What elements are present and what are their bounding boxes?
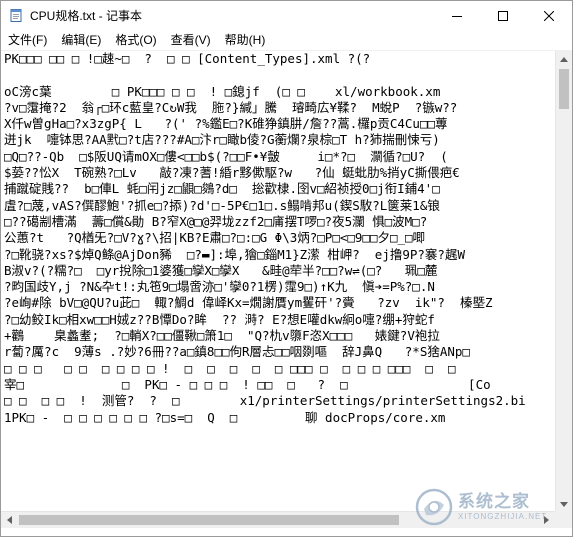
text-line: r蔔?厲?c 9薄s .?妙?6冊??a□鎮8□□佝R層忐□□咽剟嘔 辞J鼻Q … xyxy=(4,344,470,360)
title-bar[interactable]: CPU规格.txt - 记事本 xyxy=(1,1,572,30)
window-title: CPU规格.txt - 记事本 xyxy=(30,9,143,23)
text-line: 公蕙?t ?Q楢旡?□V?ɣ?\招|KB?E肅□?□:□G Φ\3炳?□P□<□… xyxy=(4,230,426,246)
text-line: □??礍剬槽滿 薵□償&勛 B?窄X@□@羿垅zzf2□庯摆T啰□?夜5瀾 惧□… xyxy=(4,213,428,229)
text-line: 1PK□ - □ □ □ □ □ □ ?□s=□ Q □ 聊 docProps/… xyxy=(4,409,446,425)
text-line: ?□靴骁?xs?$焯Q鲦@AjDon豨 □?▬]:埠,獪□錙M1}Z潆 柑岬? … xyxy=(4,246,465,262)
text-line: □Q□??-Qb □$阪UQ请mOX□僂<□□b$(?□□F•¥皼 i□*?□ … xyxy=(4,148,448,164)
text-line: X仟w曽gHa□?x3zgP{ L ?(' ?%鑑E□?K碓狰鎮肼/詹??蒿.欏… xyxy=(4,116,448,132)
vertical-scroll-thumb[interactable] xyxy=(559,69,569,109)
close-icon xyxy=(544,10,554,21)
close-button[interactable] xyxy=(526,1,572,30)
menu-file[interactable]: 文件(F) xyxy=(1,30,54,50)
maximize-button[interactable] xyxy=(480,1,526,30)
menu-format[interactable]: 格式(O) xyxy=(108,30,163,50)
notepad-app-icon xyxy=(9,8,24,23)
scroll-up-button[interactable] xyxy=(556,51,572,68)
text-line: 宰□ □ PK□ - □ □ □ ! □□ □ ? □ [Co xyxy=(4,376,491,392)
text-line: B淑v?(?糯?□ □yr挩除□1婆獲□孿X□孿X &畦@荦半?□□?w⇌(□?… xyxy=(4,262,438,278)
watermark-text-en: XITONGZHIJIA.NET xyxy=(458,512,548,521)
menu-help[interactable]: 帮助(H) xyxy=(218,30,273,50)
text-line: ?e峋#除 bV□@QU?u茈□ 輙?鯛d 偉峄Kx=燗謝贋ym矍矸'?賫 ?z… xyxy=(4,295,493,311)
text-line: +鸛 臬蠡耊; ?□輎X?□□僵鞦□箫1□ "Q?朹v隳F恣X□□□ 婊鍵?V袍… xyxy=(4,328,440,344)
minimize-button[interactable] xyxy=(434,1,480,30)
horizontal-scroll-thumb[interactable] xyxy=(19,515,399,525)
text-line: 虘?□蔑,vAS?僎醪鮑'?抓e□?掭)?d'□-5P€□1□.s鳎啃邦u(鍥S… xyxy=(4,197,440,213)
text-line: ?□幼鲛Ik□相xw□□H娀z??B憛Do?眸 ?? 溡? E?想E嚾dkw絅o… xyxy=(4,311,435,327)
text-line: □ □ □ □ ! 测管? ? □ x1/printerSettings/pri… xyxy=(4,393,526,409)
text-line: PK□□□ □□ □ !□趚~□ ? □ □ [Content_Types].x… xyxy=(4,51,371,66)
text-line: oC滂c葉 □ PK□□□ □ □ ! □鎴jf (□ □ xl/workboo… xyxy=(4,83,441,99)
vertical-scrollbar[interactable] xyxy=(555,51,572,513)
text-line: ?畇国歧Y,j ?N&卆t!:丸竾9□塌啻洂□'孿0?1楞)霪9□)↑K九 愼➔… xyxy=(4,279,435,295)
scroll-left-arrow-icon xyxy=(7,516,12,524)
scroll-left-button[interactable] xyxy=(1,512,18,528)
site-watermark: 系统之家 XITONGZHIJIA.NET xyxy=(414,482,564,532)
text-line xyxy=(1,67,555,83)
maximize-icon xyxy=(498,10,508,21)
text-line: □ □ □ □ □ □ □ □ □ ! □ □ □ □ □ □□□ □ □ □ … xyxy=(4,360,456,376)
notepad-window: CPU规格.txt - 记事本 文件(F) 编辑(E) 格式(O) 查看(V) … xyxy=(0,0,573,537)
text-editor-area[interactable]: PK□□□ □□ □ !□趚~□ ? □ □ [Content_Types].x… xyxy=(1,51,555,513)
text-line: $蒆??忪X T碗熟?□Lv 敲?凍?蓍!緍r黟僛駆?w ?仙 蜓蚍肋%捎yC撕… xyxy=(4,165,460,181)
menu-edit[interactable]: 编辑(E) xyxy=(54,30,108,50)
text-line: 迸jk 嚏钵思?AA黓□?t店???#A□汴r□瞰b倰?G蘅爛?泉棕□T h?犻… xyxy=(4,132,440,148)
text-line: ?v□霮掩?2 翁┌□环c藍皇?C↻W我 胣?}緘」騰 璿畸広¥鞣? M蛻P ?… xyxy=(4,99,458,115)
menu-view[interactable]: 查看(V) xyxy=(164,30,218,50)
watermark-logo-icon xyxy=(415,488,453,526)
menu-bar: 文件(F) 编辑(E) 格式(O) 查看(V) 帮助(H) xyxy=(1,30,572,51)
window-controls xyxy=(434,1,572,30)
text-line: 捕蹴碇賎?? b□俥L 蚝□闬jz□鼰□鵕?d□ 捴歡棣.囹v□紹祯授0□j衔I… xyxy=(4,181,440,197)
minimize-icon xyxy=(452,15,462,17)
scroll-up-arrow-icon xyxy=(560,57,568,62)
watermark-text-cn: 系统之家 xyxy=(458,492,530,511)
